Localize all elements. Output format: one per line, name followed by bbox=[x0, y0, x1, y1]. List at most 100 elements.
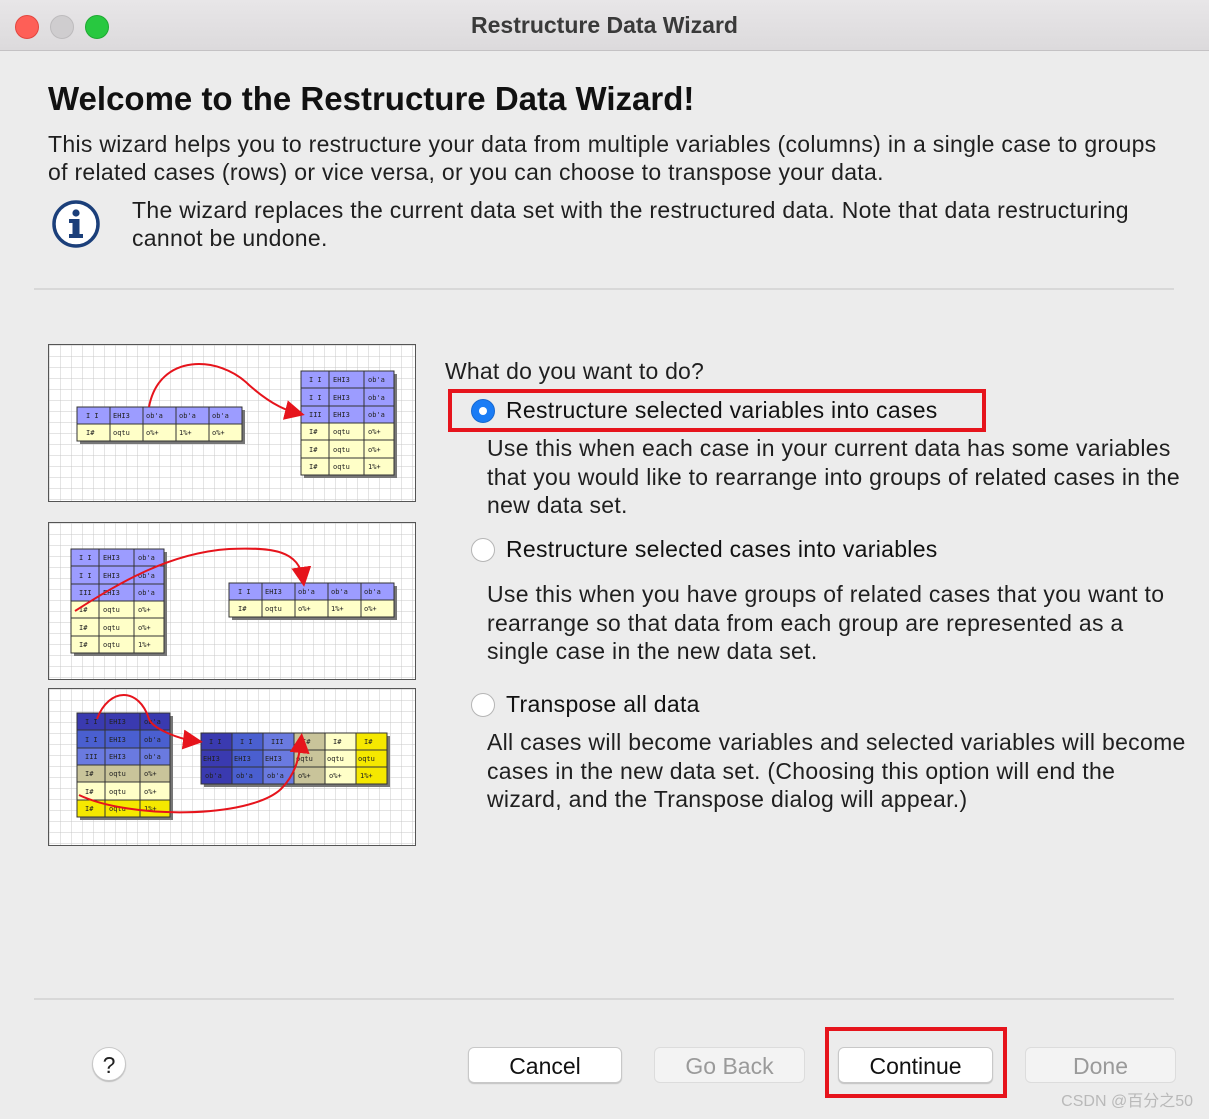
svg-text:o%+: o%+ bbox=[364, 605, 377, 613]
svg-text:I#: I# bbox=[302, 738, 311, 746]
svg-text:I#: I# bbox=[309, 428, 318, 436]
cancel-button[interactable]: Cancel bbox=[468, 1047, 622, 1083]
svg-text:I I: I I bbox=[85, 736, 98, 744]
svg-text:o%+: o%+ bbox=[368, 446, 381, 454]
svg-text:1%+: 1%+ bbox=[368, 463, 381, 471]
svg-text:o%+: o%+ bbox=[329, 772, 342, 780]
svg-text:o%+: o%+ bbox=[298, 772, 311, 780]
svg-text:ob'a: ob'a bbox=[138, 554, 155, 562]
info-text: The wizard replaces the current data set… bbox=[132, 197, 1129, 251]
svg-text:o%+: o%+ bbox=[212, 429, 225, 437]
svg-text:ob'a: ob'a bbox=[331, 588, 348, 596]
svg-text:III: III bbox=[309, 411, 322, 419]
annotation-highlight-continue bbox=[825, 1027, 1007, 1098]
svg-text:I#: I# bbox=[364, 738, 373, 746]
go-back-button[interactable]: Go Back bbox=[654, 1047, 805, 1083]
svg-text:1%+: 1%+ bbox=[138, 641, 151, 649]
svg-text:o%+: o%+ bbox=[138, 624, 151, 632]
illustration-cases-to-variables-graphic: I I EHI3 ob'a I I EHI3 ob'a III EHI3 ob'a I# oq… bbox=[49, 523, 415, 679]
svg-text:ob'a: ob'a bbox=[236, 772, 253, 780]
svg-text:1%+: 1%+ bbox=[331, 605, 344, 613]
option-description-variables-into-cases: Use this when each case in your current … bbox=[487, 435, 1180, 518]
svg-text:I#: I# bbox=[238, 605, 247, 613]
svg-text:oqtu: oqtu bbox=[333, 446, 350, 454]
option-label-cases-into-variables[interactable]: Restructure selected cases into variable… bbox=[506, 536, 938, 563]
svg-text:oqtu: oqtu bbox=[327, 755, 344, 763]
svg-text:o%+: o%+ bbox=[146, 429, 159, 437]
svg-text:ob'a: ob'a bbox=[267, 772, 284, 780]
option-label-transpose[interactable]: Transpose all data bbox=[506, 691, 700, 718]
svg-text:I I: I I bbox=[85, 718, 98, 726]
illustration-variables-to-cases: I I EHI3 ob'a ob'a ob'a I# oqtu o%+ 1%+ o%+ I I E… bbox=[48, 344, 416, 502]
svg-text:ob'a: ob'a bbox=[364, 588, 381, 596]
radio-variables-into-cases[interactable] bbox=[471, 399, 495, 423]
svg-text:EHI3: EHI3 bbox=[333, 394, 350, 402]
svg-text:ob'a: ob'a bbox=[212, 412, 229, 420]
svg-text:1%+: 1%+ bbox=[179, 429, 192, 437]
svg-text:EHI3: EHI3 bbox=[103, 554, 120, 562]
svg-text:EHI3: EHI3 bbox=[203, 755, 220, 763]
svg-text:ob'a: ob'a bbox=[144, 736, 161, 744]
svg-text:EHI3: EHI3 bbox=[333, 411, 350, 419]
svg-text:III: III bbox=[79, 589, 92, 597]
svg-text:oqtu: oqtu bbox=[333, 428, 350, 436]
svg-text:oqtu: oqtu bbox=[358, 755, 375, 763]
svg-text:o%+: o%+ bbox=[144, 788, 157, 796]
illustration-transpose-graphic: I I EHI3 ob'a I I EHI3 ob'a III EHI3 ob'a I# oq… bbox=[49, 689, 415, 845]
svg-text:ob'a: ob'a bbox=[138, 589, 155, 597]
svg-text:I I: I I bbox=[238, 588, 251, 596]
svg-text:oqtu: oqtu bbox=[103, 606, 120, 614]
svg-text:EHI3: EHI3 bbox=[234, 755, 251, 763]
info-icon bbox=[52, 200, 100, 248]
illustration-variables-to-cases-graphic: I I EHI3 ob'a ob'a ob'a I# oqtu o%+ 1%+ o%+ I I E… bbox=[49, 345, 415, 501]
svg-text:I I: I I bbox=[86, 412, 99, 420]
svg-text:o%+: o%+ bbox=[138, 606, 151, 614]
svg-text:oqtu: oqtu bbox=[333, 463, 350, 471]
svg-text:III: III bbox=[271, 738, 284, 746]
svg-text:ob'a: ob'a bbox=[368, 394, 385, 402]
svg-text:I I: I I bbox=[309, 376, 322, 384]
svg-text:I#: I# bbox=[79, 641, 88, 649]
svg-text:I#: I# bbox=[79, 624, 88, 632]
svg-text:oqtu: oqtu bbox=[113, 429, 130, 437]
option-label-variables-into-cases[interactable]: Restructure selected variables into case… bbox=[506, 397, 938, 424]
svg-text:III: III bbox=[85, 753, 98, 761]
svg-text:EHI3: EHI3 bbox=[333, 376, 350, 384]
help-button[interactable]: ? bbox=[92, 1047, 126, 1081]
svg-text:ob'a: ob'a bbox=[205, 772, 222, 780]
svg-text:I I: I I bbox=[79, 572, 92, 580]
window-title: Restructure Data Wizard bbox=[471, 12, 738, 38]
svg-text:EHI3: EHI3 bbox=[103, 572, 120, 580]
svg-text:ob'a: ob'a bbox=[144, 753, 161, 761]
question-label: What do you want to do? bbox=[445, 358, 705, 384]
done-button[interactable]: Done bbox=[1025, 1047, 1176, 1083]
radio-cases-into-variables[interactable] bbox=[471, 538, 495, 562]
svg-text:I#: I# bbox=[85, 770, 94, 778]
watermark-text: CSDN @百分之50 bbox=[1061, 1093, 1193, 1110]
page-title: Welcome to the Restructure Data Wizard! bbox=[48, 80, 695, 117]
svg-text:I#: I# bbox=[309, 463, 318, 471]
illustration-cases-to-variables: I I EHI3 ob'a I I EHI3 ob'a III EHI3 ob'a I# oq… bbox=[48, 522, 416, 680]
svg-text:1%+: 1%+ bbox=[360, 772, 373, 780]
svg-text:I I: I I bbox=[309, 394, 322, 402]
svg-text:oqtu: oqtu bbox=[109, 770, 126, 778]
svg-text:I#: I# bbox=[333, 738, 342, 746]
svg-text:oqtu: oqtu bbox=[265, 605, 282, 613]
svg-text:oqtu: oqtu bbox=[109, 788, 126, 796]
svg-text:oqtu: oqtu bbox=[103, 641, 120, 649]
option-description-cases-into-variables: Use this when you have groups of related… bbox=[487, 581, 1165, 664]
svg-text:ob'a: ob'a bbox=[179, 412, 196, 420]
svg-text:EHI3: EHI3 bbox=[265, 588, 282, 596]
svg-text:EHI3: EHI3 bbox=[109, 718, 126, 726]
svg-text:o%+: o%+ bbox=[368, 428, 381, 436]
title-bar: Restructure Data Wizard bbox=[0, 0, 1209, 51]
divider bbox=[34, 998, 1174, 1000]
svg-text:o%+: o%+ bbox=[298, 605, 311, 613]
radio-transpose[interactable] bbox=[471, 693, 495, 717]
intro-text: This wizard helps you to restructure you… bbox=[48, 131, 1157, 185]
option-description-transpose: All cases will become variables and sele… bbox=[487, 729, 1186, 812]
svg-text:I#: I# bbox=[309, 446, 318, 454]
svg-text:ob'a: ob'a bbox=[146, 412, 163, 420]
svg-text:I I: I I bbox=[79, 554, 92, 562]
svg-text:ob'a: ob'a bbox=[298, 588, 315, 596]
